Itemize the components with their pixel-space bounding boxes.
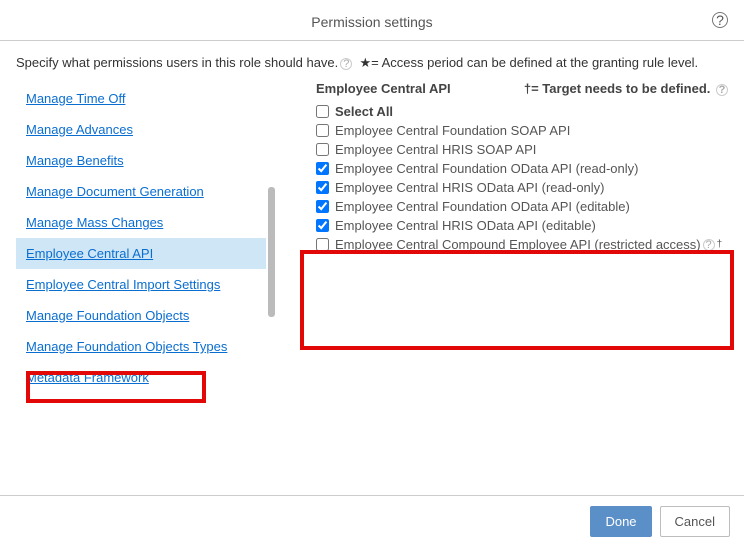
sidebar-item[interactable]: Manage Foundation Objects <box>16 300 266 331</box>
sidebar-item-link[interactable]: Manage Mass Changes <box>26 215 163 230</box>
permission-row: Employee Central HRIS OData API (editabl… <box>316 216 728 235</box>
permission-checkbox[interactable] <box>316 105 329 118</box>
info-icon[interactable]: ? <box>716 84 728 96</box>
permission-checkbox[interactable] <box>316 162 329 175</box>
sidebar-item[interactable]: Manage Mass Changes <box>16 207 266 238</box>
intro-text: Specify what permissions users in this r… <box>16 55 728 71</box>
sidebar-item[interactable]: Manage Advances <box>16 114 266 145</box>
permission-checkbox[interactable] <box>316 219 329 232</box>
sidebar-item-link[interactable]: Manage Foundation Objects Types <box>26 339 227 354</box>
help-icon[interactable]: ? <box>712 12 728 28</box>
permission-row: Employee Central Compound Employee API (… <box>316 235 728 254</box>
cancel-button[interactable]: Cancel <box>660 506 730 537</box>
sidebar-item[interactable]: Employee Central Import Settings <box>16 269 266 300</box>
sidebar-item-link[interactable]: Employee Central Import Settings <box>26 277 220 292</box>
sidebar-item-link[interactable]: Metadata Framework <box>26 370 149 385</box>
permission-checkbox[interactable] <box>316 124 329 137</box>
permission-label: Employee Central Compound Employee API (… <box>335 237 701 252</box>
layout: Manage Time Off Manage Advances Manage Ben… <box>16 77 728 447</box>
sidebar-item-link[interactable]: Manage Document Generation <box>26 184 204 199</box>
section-header: Employee Central API †= Target needs to … <box>280 77 728 102</box>
permission-list: Select All Employee Central Foundation SO… <box>280 102 728 254</box>
dialog-footer: Done Cancel <box>0 495 744 547</box>
permission-label: Select All <box>335 104 393 119</box>
intro-main: Specify what permissions users in this r… <box>16 55 338 70</box>
permission-checkbox[interactable] <box>316 181 329 194</box>
info-icon[interactable]: ? <box>340 58 352 70</box>
sidebar-item[interactable]: Manage Foundation Objects Types <box>16 331 266 362</box>
permission-detail-panel: Employee Central API †= Target needs to … <box>266 77 728 447</box>
permission-row: Employee Central HRIS SOAP API <box>316 140 728 159</box>
permission-label: Employee Central HRIS SOAP API <box>335 142 536 157</box>
sidebar-item[interactable]: Manage Document Generation <box>16 176 266 207</box>
permission-label: Employee Central Foundation SOAP API <box>335 123 570 138</box>
permission-checkbox[interactable] <box>316 238 329 251</box>
permission-row: Employee Central HRIS OData API (read-on… <box>316 178 728 197</box>
permission-checkbox[interactable] <box>316 200 329 213</box>
permission-label: Employee Central HRIS OData API (editabl… <box>335 218 596 233</box>
sidebar-item[interactable]: Manage Benefits <box>16 145 266 176</box>
permission-label: Employee Central Foundation OData API (r… <box>335 161 639 176</box>
sidebar-item[interactable]: Metadata Framework <box>16 362 266 393</box>
info-icon[interactable]: ? <box>703 239 715 251</box>
permission-row: Employee Central Foundation OData API (r… <box>316 159 728 178</box>
permission-row: Employee Central Foundation OData API (e… <box>316 197 728 216</box>
permission-label: Employee Central Foundation OData API (e… <box>335 199 630 214</box>
sidebar-item-link[interactable]: Employee Central API <box>26 246 153 261</box>
target-required-marker: † <box>717 239 723 250</box>
dialog-title: Permission settings <box>311 14 432 30</box>
sidebar-item-link[interactable]: Manage Time Off <box>26 91 125 106</box>
permission-label: Employee Central HRIS OData API (read-on… <box>335 180 605 195</box>
sidebar-item-link[interactable]: Manage Foundation Objects <box>26 308 189 323</box>
intro-legend: ★= Access period can be defined at the g… <box>360 55 699 70</box>
sidebar-item[interactable]: Manage Time Off <box>16 83 266 114</box>
section-title: Employee Central API <box>316 81 451 96</box>
permission-category-sidebar: Manage Time Off Manage Advances Manage Ben… <box>16 77 266 447</box>
permission-row: Select All <box>316 102 728 121</box>
dialog-content: Specify what permissions users in this r… <box>0 41 744 447</box>
target-note: †= Target needs to be defined. ? <box>524 81 728 96</box>
sidebar-item[interactable]: Employee Central API <box>16 238 266 269</box>
sidebar-item-link[interactable]: Manage Advances <box>26 122 133 137</box>
permission-row: Employee Central Foundation SOAP API <box>316 121 728 140</box>
sidebar-item-link[interactable]: Manage Benefits <box>26 153 124 168</box>
done-button[interactable]: Done <box>590 506 651 537</box>
dialog-header: Permission settings ? <box>0 0 744 41</box>
permission-checkbox[interactable] <box>316 143 329 156</box>
